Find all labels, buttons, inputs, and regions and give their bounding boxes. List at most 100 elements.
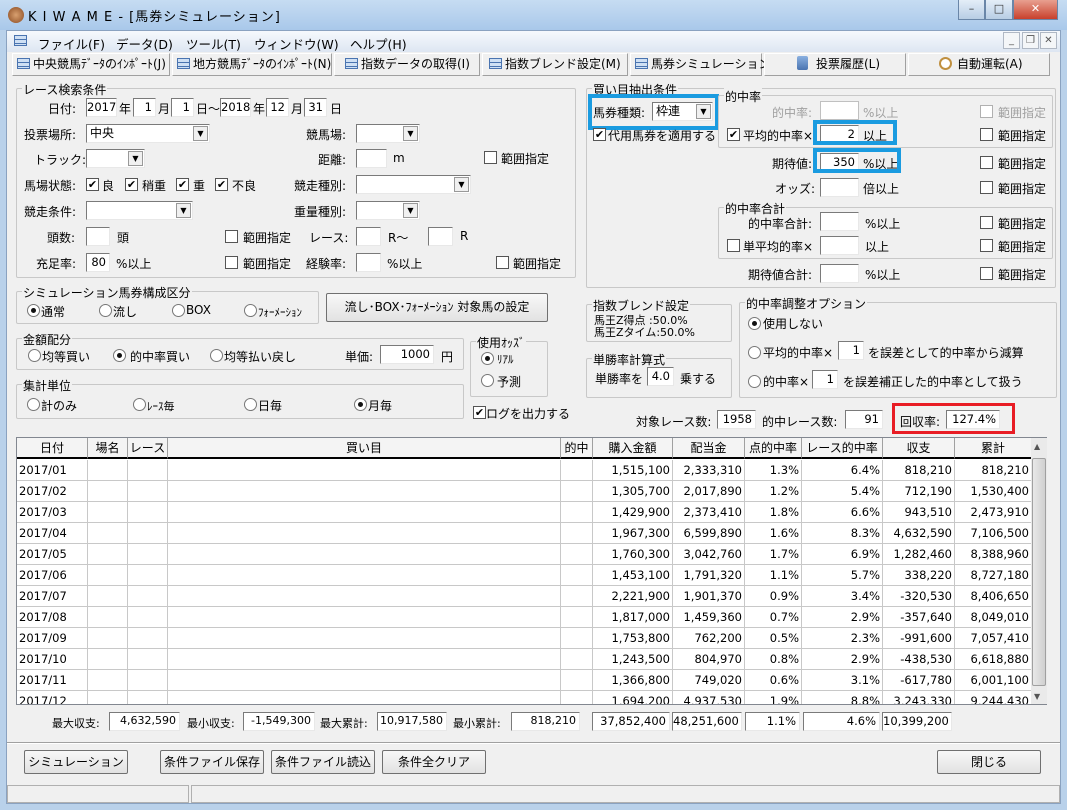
close-button[interactable]: 閉じる <box>937 750 1041 774</box>
odds-forecast-radio[interactable] <box>481 374 494 387</box>
substitute-checkbox[interactable]: ✔ <box>593 128 606 141</box>
aggregate-total-radio[interactable] <box>27 398 40 411</box>
ev-sum-range-checkbox[interactable] <box>980 267 993 280</box>
ev-sum-input[interactable] <box>820 264 859 283</box>
column-header-race-hit-rate[interactable]: レース的中率 <box>802 438 883 459</box>
composition-normal-radio[interactable] <box>27 304 40 317</box>
import-local-button[interactable]: 地方競馬ﾃﾞｰﾀのｲﾝﾎﾟｰﾄ(N) <box>172 53 332 76</box>
menu-help[interactable]: ヘルプ(H) <box>350 34 407 53</box>
ground-slightly-heavy-checkbox[interactable]: ✔ <box>125 178 138 191</box>
target-horse-settings-button[interactable]: 流し･BOX･ﾌｫｰﾒｰｼｮﾝ 対象馬の設定 <box>326 293 548 322</box>
chevron-down-icon[interactable]: ▼ <box>193 126 208 141</box>
fetch-index-button[interactable]: 指数データの取得(I) <box>334 53 480 76</box>
mdi-restore-button[interactable]: ❐ <box>1022 32 1039 49</box>
table-row[interactable]: 2017/05 1,760,300 3,042,760 1.7% 6.9% 1,282,4… <box>17 544 1032 565</box>
venue-type-select[interactable]: 中央 ▼ <box>86 124 210 143</box>
aggregate-month-radio[interactable] <box>354 398 367 411</box>
avg-hit-range-checkbox[interactable] <box>980 128 993 141</box>
distance-input[interactable] <box>356 149 387 168</box>
table-row[interactable]: 2017/01 1,515,100 2,333,310 1.3% 6.4% 818,210… <box>17 460 1032 481</box>
venue-select[interactable]: ▼ <box>356 124 420 143</box>
weight-type-select[interactable]: ▼ <box>356 201 420 220</box>
output-log-checkbox[interactable]: ✔ <box>473 406 486 419</box>
to-month-input[interactable]: 12 <box>266 98 289 117</box>
column-header-payout[interactable]: 配当金 <box>673 438 745 459</box>
adjust-none-radio[interactable] <box>748 317 761 330</box>
track-select[interactable]: ▼ <box>86 149 145 168</box>
allocation-equal-radio[interactable] <box>28 349 41 362</box>
column-header-bets[interactable]: 買い目 <box>168 438 561 459</box>
mdi-minimize-button[interactable]: _ <box>1003 32 1020 49</box>
adjust-subtract-input[interactable]: 1 <box>838 341 864 360</box>
race-type-select[interactable]: ▼ <box>356 175 471 194</box>
chevron-down-icon[interactable]: ▼ <box>403 203 418 218</box>
race-condition-select[interactable]: ▼ <box>86 201 193 220</box>
table-row[interactable]: 2017/03 1,429,900 2,373,410 1.8% 6.6% 943,510… <box>17 502 1032 523</box>
hit-sum-range-checkbox[interactable] <box>980 216 993 229</box>
table-row[interactable]: 2017/02 1,305,700 2,017,890 1.2% 5.4% 712,190… <box>17 481 1032 502</box>
allocation-hitrate-radio[interactable] <box>113 349 126 362</box>
auto-run-button[interactable]: 自動運転(A) <box>908 53 1050 76</box>
to-day-input[interactable]: 31 <box>304 98 327 117</box>
aggregate-race-radio[interactable] <box>133 398 146 411</box>
table-row[interactable]: 2017/12 1,694,200 4,937,530 1.9% 8.8% 3,243,3… <box>17 691 1032 704</box>
table-row[interactable]: 2017/04 1,967,300 6,599,890 1.6% 8.3% 4,632,5… <box>17 523 1032 544</box>
unit-price-input[interactable]: 1000 <box>380 345 434 364</box>
experience-range-checkbox[interactable] <box>496 256 509 269</box>
heads-input[interactable] <box>86 227 110 246</box>
menu-data[interactable]: データ(D) <box>116 34 173 53</box>
hit-rate-input[interactable] <box>820 101 859 120</box>
ground-heavy-checkbox[interactable]: ✔ <box>176 178 189 191</box>
table-row[interactable]: 2017/08 1,817,000 1,459,360 0.7% 2.9% -357,64… <box>17 607 1032 628</box>
allocation-refund-radio[interactable] <box>210 349 223 362</box>
from-day-input[interactable]: 1 <box>171 98 194 117</box>
hit-sum-input[interactable] <box>820 212 859 231</box>
win-calc-input[interactable]: 4.0 <box>647 367 674 386</box>
ticket-simulation-button[interactable]: 馬券シミュレーション(B) <box>630 53 788 76</box>
menu-window[interactable]: ウィンドウ(W) <box>254 34 339 53</box>
to-year-input[interactable]: 2018 <box>220 98 251 117</box>
fill-range-checkbox[interactable] <box>225 256 238 269</box>
adjust-correct-input[interactable]: 1 <box>812 370 838 389</box>
column-header-race[interactable]: レース <box>128 438 168 459</box>
chevron-down-icon[interactable]: ▼ <box>403 126 418 141</box>
race-from-input[interactable] <box>356 227 381 246</box>
chevron-down-icon[interactable]: ▼ <box>128 151 143 166</box>
column-header-hit[interactable]: 的中 <box>561 438 593 459</box>
table-row[interactable]: 2017/10 1,243,500 804,970 0.8% 2.9% -438,530 6… <box>17 649 1032 670</box>
save-conditions-button[interactable]: 条件ファイル保存 <box>160 750 264 774</box>
scroll-down-icon[interactable]: ▼ <box>1034 692 1040 701</box>
table-row[interactable]: 2017/06 1,453,100 1,791,320 1.1% 5.7% 338,220… <box>17 565 1032 586</box>
odds-real-radio[interactable] <box>481 352 494 365</box>
clear-conditions-button[interactable]: 条件全クリア <box>382 750 486 774</box>
table-row[interactable]: 2017/07 2,221,900 1,901,370 0.9% 3.4% -320,53… <box>17 586 1032 607</box>
menu-tools[interactable]: ツール(T) <box>186 34 241 53</box>
adjust-correct-radio[interactable] <box>748 375 761 388</box>
column-header-point-hit-rate[interactable]: 点的中率 <box>745 438 802 459</box>
vertical-scrollbar[interactable]: ▲ ▼ <box>1031 438 1047 704</box>
single-avg-range-checkbox[interactable] <box>980 239 993 252</box>
composition-nagashi-radio[interactable] <box>99 304 112 317</box>
odds-input[interactable] <box>820 178 859 197</box>
heads-range-checkbox[interactable] <box>225 230 238 243</box>
scroll-thumb[interactable] <box>1032 458 1046 686</box>
odds-range-checkbox[interactable] <box>980 181 993 194</box>
race-to-input[interactable] <box>428 227 453 246</box>
column-header-venue[interactable]: 場名 <box>88 438 128 459</box>
menu-file[interactable]: ファイル(F) <box>38 34 105 53</box>
chevron-down-icon[interactable]: ▼ <box>454 177 469 192</box>
hit-rate-range-checkbox[interactable] <box>980 105 993 118</box>
mdi-close-button[interactable]: ✕ <box>1040 32 1057 49</box>
ground-good-checkbox[interactable]: ✔ <box>86 178 99 191</box>
blend-settings-button[interactable]: 指数ブレンド設定(M) <box>482 53 628 76</box>
vote-history-button[interactable]: 投票履歴(L) <box>764 53 906 76</box>
from-month-input[interactable]: 1 <box>133 98 156 117</box>
ground-bad-checkbox[interactable]: ✔ <box>215 178 228 191</box>
composition-box-radio[interactable] <box>172 304 185 317</box>
column-header-profit[interactable]: 収支 <box>883 438 955 459</box>
ev-range-checkbox[interactable] <box>980 156 993 169</box>
column-header-purchase[interactable]: 購入金額 <box>593 438 673 459</box>
column-header-date[interactable]: 日付 <box>17 438 88 459</box>
avg-hit-checkbox[interactable]: ✔ <box>727 128 740 141</box>
from-year-input[interactable]: 2017 <box>86 98 117 117</box>
